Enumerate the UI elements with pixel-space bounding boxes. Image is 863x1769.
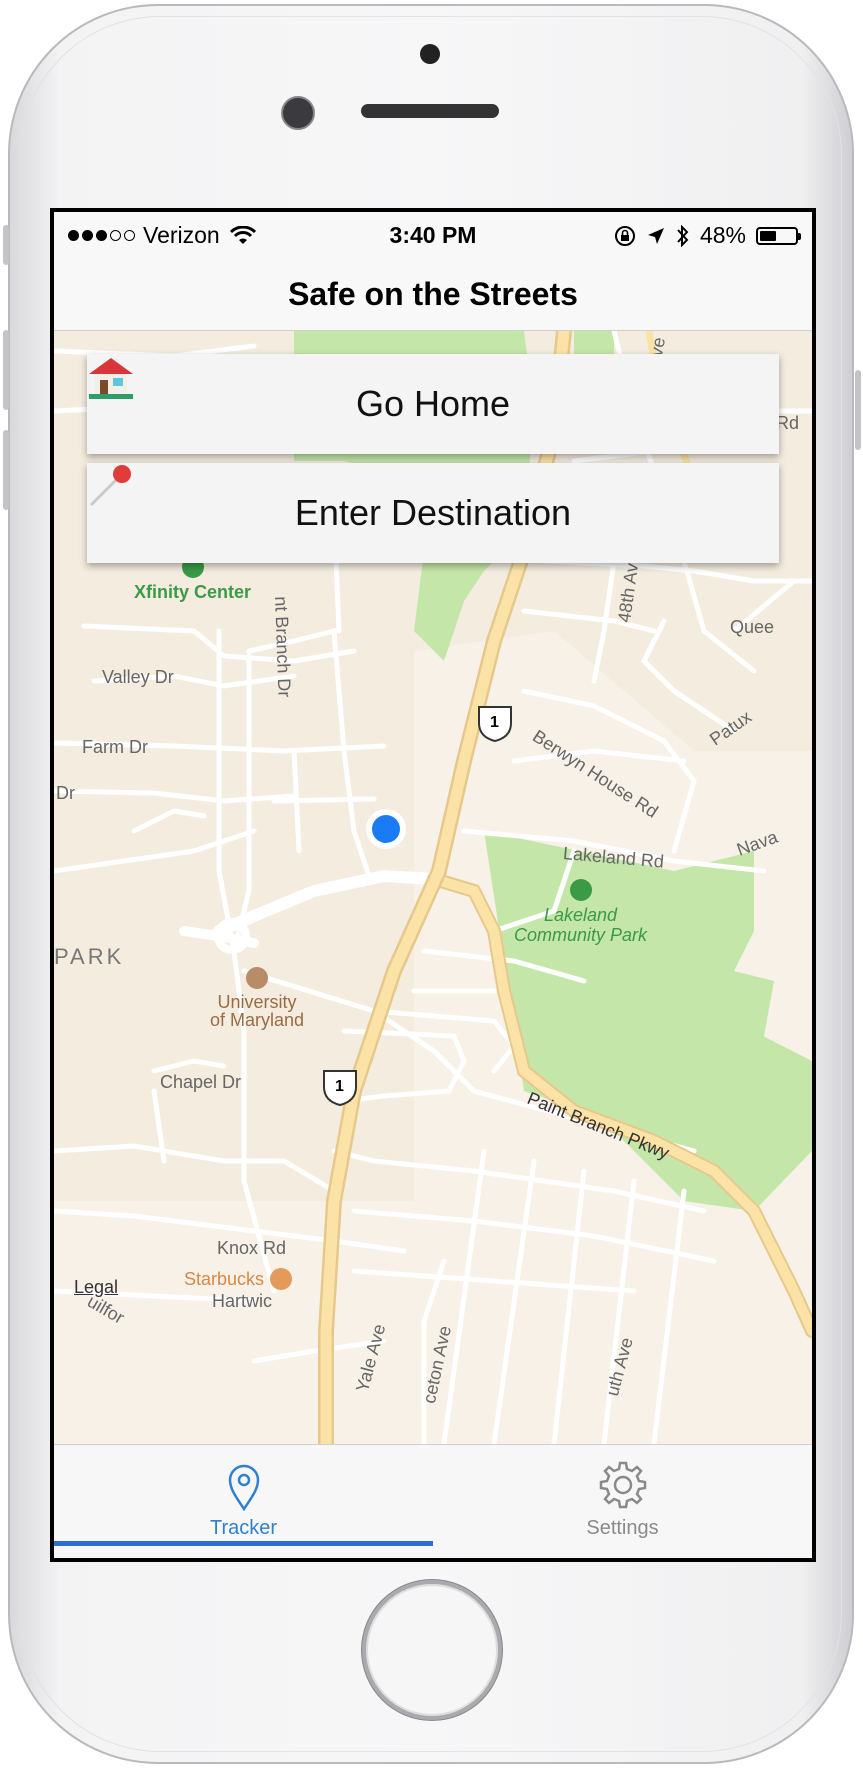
tab-tracker[interactable]: Tracker	[54, 1445, 433, 1558]
poi-xfinity-center[interactable]: Xfinity Center	[134, 556, 251, 603]
street-label: Dr	[56, 783, 75, 803]
map-view[interactable]: 1 1 Xfinity Center Lakeland Community Pa…	[54, 331, 812, 1444]
street-label: Hartwic	[212, 1291, 273, 1311]
enter-destination-button[interactable]: Enter Destination	[87, 463, 779, 563]
user-location-dot	[372, 815, 400, 843]
tab-settings-label: Settings	[586, 1517, 659, 1539]
graduation-cap-icon	[246, 967, 269, 989]
street-label: Chapel Dr	[160, 1072, 242, 1092]
navigation-bar: Safe on the Streets	[54, 258, 812, 331]
location-pin-icon	[228, 1464, 260, 1512]
go-home-button[interactable]: Go Home	[87, 354, 779, 454]
page-title: Safe on the Streets	[288, 276, 578, 312]
poi-starbucks[interactable]: Starbucks	[184, 1268, 293, 1290]
battery-level	[760, 230, 776, 241]
active-tab-indicator	[54, 1541, 433, 1546]
area-label: PARK	[54, 944, 125, 969]
status-bar: Verizon 3:40 PM 48%	[54, 212, 812, 258]
poi-lakeland-park[interactable]: Lakeland Community Park	[514, 879, 647, 945]
tab-settings[interactable]: Settings	[433, 1445, 812, 1558]
power-button	[855, 370, 861, 450]
pushpin-icon	[89, 465, 131, 507]
screen: Verizon 3:40 PM 48% Safe on the Streets …	[50, 208, 816, 1562]
poi-label: Community Park	[514, 925, 648, 945]
street-label: Knox Rd	[217, 1238, 287, 1258]
poi-label: Starbucks	[184, 1268, 265, 1289]
proximity-sensor	[420, 44, 440, 64]
house-icon	[89, 358, 133, 399]
location-arrow-icon	[647, 227, 664, 244]
home-button[interactable]	[362, 1580, 502, 1720]
volume-up-button	[3, 330, 9, 410]
poi-label: Xfinity Center	[134, 582, 252, 602]
enter-destination-label: Enter Destination	[294, 492, 572, 533]
tab-tracker-label: Tracker	[209, 1517, 278, 1539]
coffee-cup-icon	[270, 1268, 293, 1290]
battery-percent: 48%	[699, 222, 746, 248]
street-label: Quee	[730, 617, 775, 637]
street-label: nt Branch Dr	[271, 596, 295, 698]
bluetooth-icon	[677, 224, 689, 247]
poi-university-of-maryland[interactable]: University of Maryland	[210, 967, 304, 1029]
legal-link[interactable]: Legal	[74, 1277, 118, 1298]
poi-label: University	[217, 992, 297, 1012]
street-label: Valley Dr	[102, 667, 174, 687]
gear-icon	[599, 1461, 647, 1509]
orientation-lock-icon	[614, 225, 635, 246]
battery-icon	[756, 226, 801, 245]
front-camera	[281, 96, 315, 130]
poi-label: Lakeland	[543, 905, 618, 925]
route-shield-label: 1	[490, 714, 499, 731]
earpiece-speaker	[361, 104, 499, 118]
mute-switch	[3, 225, 9, 265]
tree-icon	[569, 879, 592, 901]
go-home-label: Go Home	[355, 383, 511, 424]
volume-down-button	[3, 430, 9, 510]
poi-label: of Maryland	[210, 1010, 305, 1030]
tab-bar: Tracker Settings	[54, 1444, 812, 1558]
route-shield-label: 1	[335, 1078, 344, 1095]
street-label: Farm Dr	[82, 737, 148, 757]
